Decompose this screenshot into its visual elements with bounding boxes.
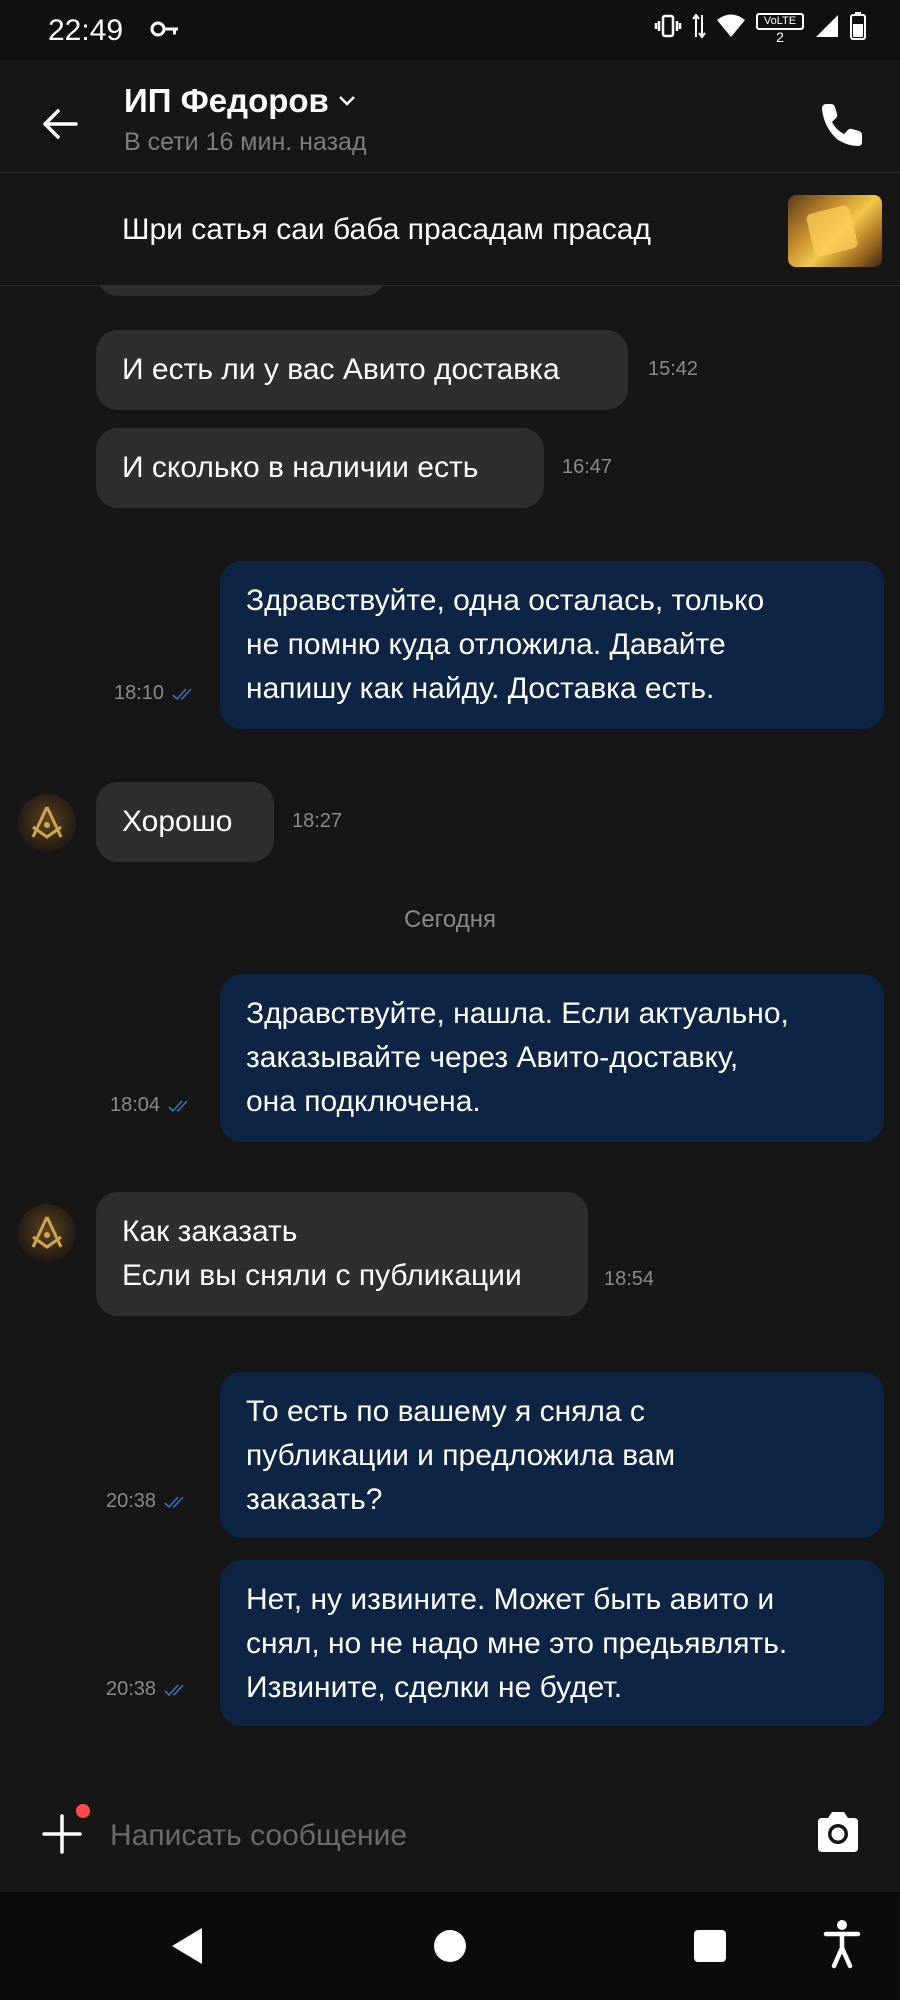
message-text: Здравствуйте, одна осталась, только — [246, 584, 765, 617]
listing-thumbnail — [788, 195, 882, 267]
arrow-left-icon — [43, 109, 78, 139]
message-text: Хорошо — [122, 805, 233, 838]
listing-title: Шри сатья саи баба прасадам прасад — [122, 213, 651, 246]
camera-icon — [818, 1812, 858, 1852]
message-text: заказать? — [246, 1483, 383, 1516]
message-composer — [0, 1786, 900, 1892]
status-time: 22:49 — [48, 14, 124, 47]
vibrate-icon — [654, 12, 682, 45]
volte-label: VoLTE — [756, 13, 804, 30]
phone-icon — [822, 104, 862, 146]
message-time: 16:47 — [562, 456, 613, 478]
plus-icon — [42, 1814, 82, 1854]
accessibility-button[interactable] — [822, 1918, 862, 1975]
double-check-icon — [168, 1099, 188, 1112]
message-bubble-incoming[interactable]: И сколько в наличии есть — [96, 428, 544, 508]
message-time: 15:42 — [648, 358, 699, 380]
double-check-icon — [164, 1495, 184, 1508]
camera-button[interactable] — [812, 1806, 864, 1858]
message-input[interactable] — [108, 1808, 752, 1864]
contact-avatar[interactable] — [18, 1204, 76, 1262]
message-text: И сколько в наличии есть — [122, 451, 479, 484]
message-bubble-incoming[interactable]: Хорошо — [96, 782, 274, 862]
accessibility-icon — [823, 1920, 861, 1969]
message-text: То есть по вашему я сняла с — [246, 1395, 645, 1428]
contact-name: ИП Федоров — [124, 82, 329, 119]
message-time: 18:10 — [114, 682, 198, 705]
message-text: И есть ли у вас Авито доставка — [122, 353, 560, 386]
contact-name-button[interactable]: ИП Федоров — [124, 82, 357, 120]
message-text: Нет, ну извините. Может быть авито и — [246, 1583, 775, 1616]
sim-number: 2 — [776, 29, 784, 45]
message-bubble-incoming[interactable]: И есть ли у вас Авито доставка — [96, 330, 628, 410]
call-button[interactable] — [814, 96, 870, 152]
message-text: напишу как найду. Доставка есть. — [246, 672, 715, 705]
chevron-down-icon — [338, 96, 355, 106]
compass-square-icon — [31, 806, 63, 839]
data-arrows-icon — [692, 13, 706, 44]
message-text: Извините, сделки не будет. — [246, 1671, 623, 1704]
battery-icon — [850, 12, 866, 45]
attach-button[interactable] — [40, 1812, 84, 1856]
message-bubble-incoming[interactable]: Как заказать Если вы сняли с публикации — [96, 1192, 588, 1316]
message-time: 18:54 — [604, 1268, 655, 1290]
message-text: она подключена. — [246, 1085, 481, 1118]
wifi-icon — [716, 13, 746, 44]
message-text: публикации и предложила вам — [246, 1439, 676, 1472]
status-icons: VoLTE 2 — [654, 12, 866, 45]
double-check-icon — [172, 687, 192, 700]
compass-square-icon — [31, 1216, 63, 1249]
notification-dot — [76, 1804, 90, 1818]
message-time: 20:38 — [106, 1490, 190, 1513]
message-bubble-outgoing[interactable]: То есть по вашему я сняла с публикации и… — [220, 1372, 884, 1538]
nav-home-button[interactable] — [434, 1930, 466, 1962]
message-text: Если вы сняли с публикации — [122, 1259, 522, 1292]
volte-badge: VoLTE 2 — [756, 13, 804, 44]
date-separator: Сегодня — [404, 906, 496, 933]
message-bubble-outgoing[interactable]: Здравствуйте, одна осталась, только не п… — [220, 561, 884, 729]
message-bubble-partial — [96, 286, 386, 296]
nav-back-button[interactable] — [168, 1926, 206, 1971]
double-check-icon — [164, 1683, 184, 1696]
listing-banner[interactable]: Шри сатья саи баба прасадам прасад — [0, 173, 900, 285]
message-text: заказывайте через Авито-доставку, — [246, 1041, 739, 1074]
status-bar: 22:49 VoLTE 2 — [0, 0, 900, 60]
message-list[interactable]: И есть ли у вас Авито доставка 15:42 И с… — [0, 286, 900, 1786]
system-nav-bar — [0, 1892, 900, 2000]
message-bubble-outgoing[interactable]: Здравствуйте, нашла. Если актуально, зак… — [220, 974, 884, 1142]
key-icon — [150, 18, 180, 45]
triangle-back-icon — [172, 1928, 202, 1964]
message-time: 18:27 — [292, 810, 343, 832]
message-text: Как заказать — [122, 1215, 298, 1248]
signal-icon — [814, 13, 840, 44]
chat-header: ИП Федоров В сети 16 мин. назад — [0, 60, 900, 172]
message-text: не помню куда отложила. Давайте — [246, 628, 726, 661]
nav-recents-button[interactable] — [694, 1930, 726, 1962]
back-button[interactable] — [36, 100, 84, 148]
message-text: Здравствуйте, нашла. Если актуально, — [246, 997, 789, 1030]
contact-avatar[interactable] — [18, 794, 76, 852]
message-text: снял, но не надо мне это предьявлять. — [246, 1627, 788, 1660]
message-bubble-outgoing[interactable]: Нет, ну извините. Может быть авито и сня… — [220, 1560, 884, 1726]
message-time: 20:38 — [106, 1678, 190, 1701]
message-time: 18:04 — [110, 1094, 194, 1117]
contact-status: В сети 16 мин. назад — [124, 128, 367, 156]
